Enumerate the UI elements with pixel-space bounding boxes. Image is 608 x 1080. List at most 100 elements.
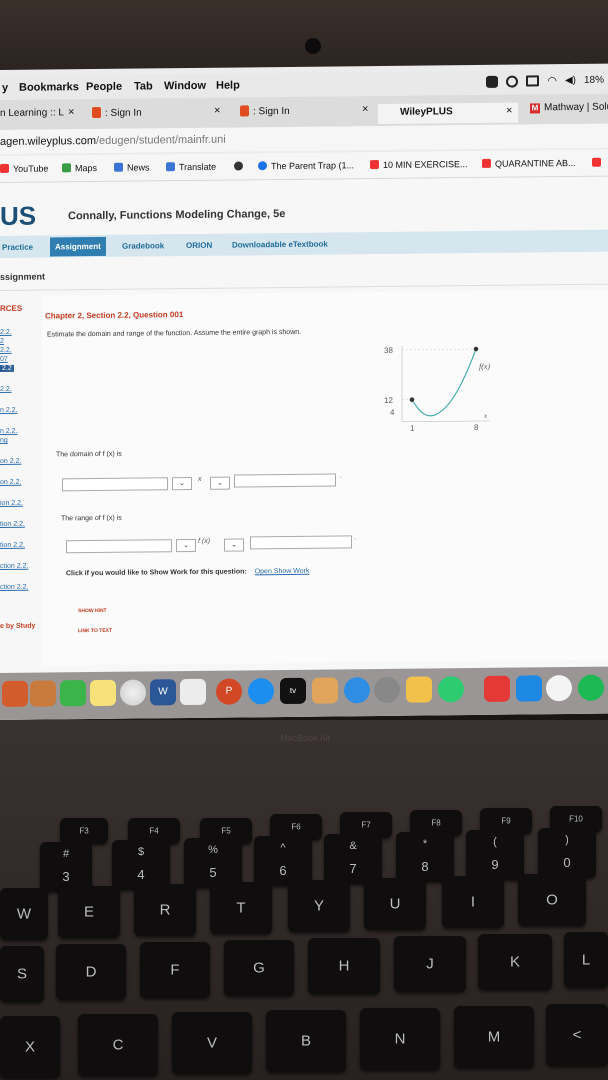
key-g[interactable]: G <box>224 940 294 996</box>
system-preferences-icon[interactable] <box>374 676 400 704</box>
sidebar-link[interactable]: ction 2.2. <box>0 584 28 591</box>
calendar-icon[interactable] <box>30 680 56 707</box>
sidebar-link[interactable]: 2.2. <box>0 386 12 393</box>
key-comma[interactable]: < <box>546 1004 608 1066</box>
tab-gradebook[interactable]: Gradebook <box>122 241 164 250</box>
key-4[interactable]: $4 <box>112 840 170 890</box>
bookmark-overflow[interactable] <box>592 157 605 168</box>
key-c[interactable]: C <box>78 1014 158 1076</box>
key-b[interactable]: B <box>266 1010 346 1072</box>
tab-assignment[interactable]: Assignment <box>50 236 106 257</box>
sidebar-link[interactable]: 2.2. <box>0 347 12 354</box>
powerpoint-icon[interactable]: P <box>216 678 242 705</box>
tab-practice[interactable]: Practice <box>2 243 33 252</box>
key-3[interactable]: #3 <box>40 842 92 892</box>
battery-percent[interactable]: 18% <box>584 75 604 86</box>
key-m[interactable]: M <box>454 1006 534 1068</box>
volume-icon[interactable]: ◀) <box>565 75 576 86</box>
sidebar-link[interactable]: ng <box>0 437 8 444</box>
domain-lower-select[interactable]: ⌄ <box>172 476 192 491</box>
whatsapp-icon[interactable] <box>438 676 464 703</box>
preview-icon[interactable] <box>406 676 432 703</box>
safari-icon[interactable] <box>344 677 370 704</box>
close-icon[interactable]: × <box>506 105 512 117</box>
tab-etextbook[interactable]: Downloadable eTextbook <box>232 240 328 250</box>
open-show-work-link[interactable]: Open Show Work <box>255 568 310 576</box>
link-to-text-button[interactable]: LINK TO TEXT <box>78 628 112 634</box>
chrome-icon[interactable] <box>546 675 572 702</box>
domain-upper-select[interactable]: ⌄ <box>210 476 230 490</box>
word-icon[interactable]: W <box>150 679 176 706</box>
key-o[interactable]: O <box>518 874 586 926</box>
sidebar-link[interactable]: 2.2. <box>0 329 12 336</box>
key-i[interactable]: I <box>442 876 504 928</box>
key-u[interactable]: U <box>364 878 426 930</box>
app-icon[interactable] <box>484 675 510 702</box>
photos-icon[interactable] <box>120 679 146 706</box>
tab-sign-in-2[interactable]: : Sign In × <box>240 103 372 125</box>
menu-item-people[interactable]: People <box>86 81 122 93</box>
domain-lower-input[interactable] <box>62 477 168 492</box>
range-lower-select[interactable]: ⌄ <box>176 538 196 553</box>
key-h[interactable]: H <box>308 938 380 994</box>
dictionary-icon[interactable] <box>312 677 338 704</box>
spotify-icon[interactable] <box>578 674 604 701</box>
key-e[interactable]: E <box>58 886 120 938</box>
sidebar-link[interactable]: tion 2.2. <box>0 542 25 549</box>
key-f3[interactable]: F3 <box>60 818 108 844</box>
address-bar[interactable]: agen.wileyplus.com/edugen/student/mainfr… <box>0 123 608 154</box>
sidebar-link[interactable]: 2 <box>0 338 4 345</box>
sidebar-link[interactable]: on 2.2. <box>0 479 21 486</box>
bookmark-maps[interactable]: Maps <box>62 163 97 173</box>
sidebar-link-current[interactable]: 2.2 <box>0 364 14 372</box>
bookmark-10-min-exercise[interactable]: 10 MIN EXERCISE... <box>370 159 468 170</box>
key-k[interactable]: K <box>478 934 552 990</box>
key-y[interactable]: Y <box>288 880 350 932</box>
tab-mathway[interactable]: M Mathway | Solu <box>530 102 608 123</box>
key-j[interactable]: J <box>394 936 466 992</box>
sidebar-link[interactable]: on 2.2. <box>0 458 21 465</box>
sync-icon[interactable] <box>506 75 519 88</box>
key-d[interactable]: D <box>56 944 126 1000</box>
study-link[interactable]: e by Study <box>0 623 35 630</box>
menu-item-bookmarks[interactable]: Bookmarks <box>19 81 79 94</box>
app-store-icon[interactable] <box>248 678 274 705</box>
facetime-icon[interactable] <box>60 680 86 707</box>
range-lower-input[interactable] <box>66 539 172 554</box>
close-icon[interactable]: × <box>214 105 220 117</box>
bookmark-parent-trap[interactable]: The Parent Trap (1... <box>258 160 354 171</box>
zoom-icon[interactable] <box>516 675 542 702</box>
tab-wileyplus[interactable]: WileyPLUS × <box>378 102 518 125</box>
menu-item-tab[interactable]: Tab <box>134 80 153 92</box>
key-s[interactable]: S <box>0 946 44 1002</box>
screen-record-icon[interactable] <box>486 75 499 88</box>
sidebar-link[interactable]: ction 2.2. <box>0 563 28 570</box>
sidebar-link[interactable]: n 2.2. <box>0 428 18 435</box>
key-v[interactable]: V <box>172 1012 252 1074</box>
tab-sign-in-1[interactable]: : Sign In × <box>92 105 227 127</box>
menu-item-help[interactable]: Help <box>216 79 240 91</box>
range-upper-input[interactable] <box>250 535 352 550</box>
range-upper-select[interactable]: ⌄ <box>224 538 244 552</box>
key-n[interactable]: N <box>360 1008 440 1070</box>
airplay-icon[interactable] <box>526 75 540 87</box>
key-9[interactable]: (9 <box>466 830 524 880</box>
key-t[interactable]: T <box>210 882 272 934</box>
bookmark-translate[interactable]: Translate <box>166 162 216 173</box>
menu-item-window[interactable]: Window <box>164 80 206 92</box>
close-icon[interactable]: × <box>362 103 368 115</box>
bookmark-quarantine[interactable]: QUARANTINE AB... <box>482 158 576 169</box>
key-5[interactable]: % 5 <box>184 838 242 888</box>
url-text[interactable]: agen.wileyplus.com/edugen/student/mainfr… <box>0 134 226 148</box>
key-8[interactable]: * 8 <box>396 832 454 882</box>
key-l[interactable]: L <box>564 932 608 988</box>
tab-orion[interactable]: ORION <box>186 241 212 250</box>
key-w[interactable]: W <box>0 888 48 940</box>
document-icon[interactable] <box>180 678 206 706</box>
apple-tv-icon[interactable]: tv <box>280 677 306 705</box>
key-6[interactable]: ^ 6 <box>254 836 312 886</box>
key-0[interactable]: ) 0 <box>538 828 596 878</box>
bookmark-news[interactable]: News <box>114 162 150 173</box>
sidebar-link[interactable]: tion 2.2. <box>0 521 25 528</box>
app-icon[interactable] <box>2 680 28 707</box>
